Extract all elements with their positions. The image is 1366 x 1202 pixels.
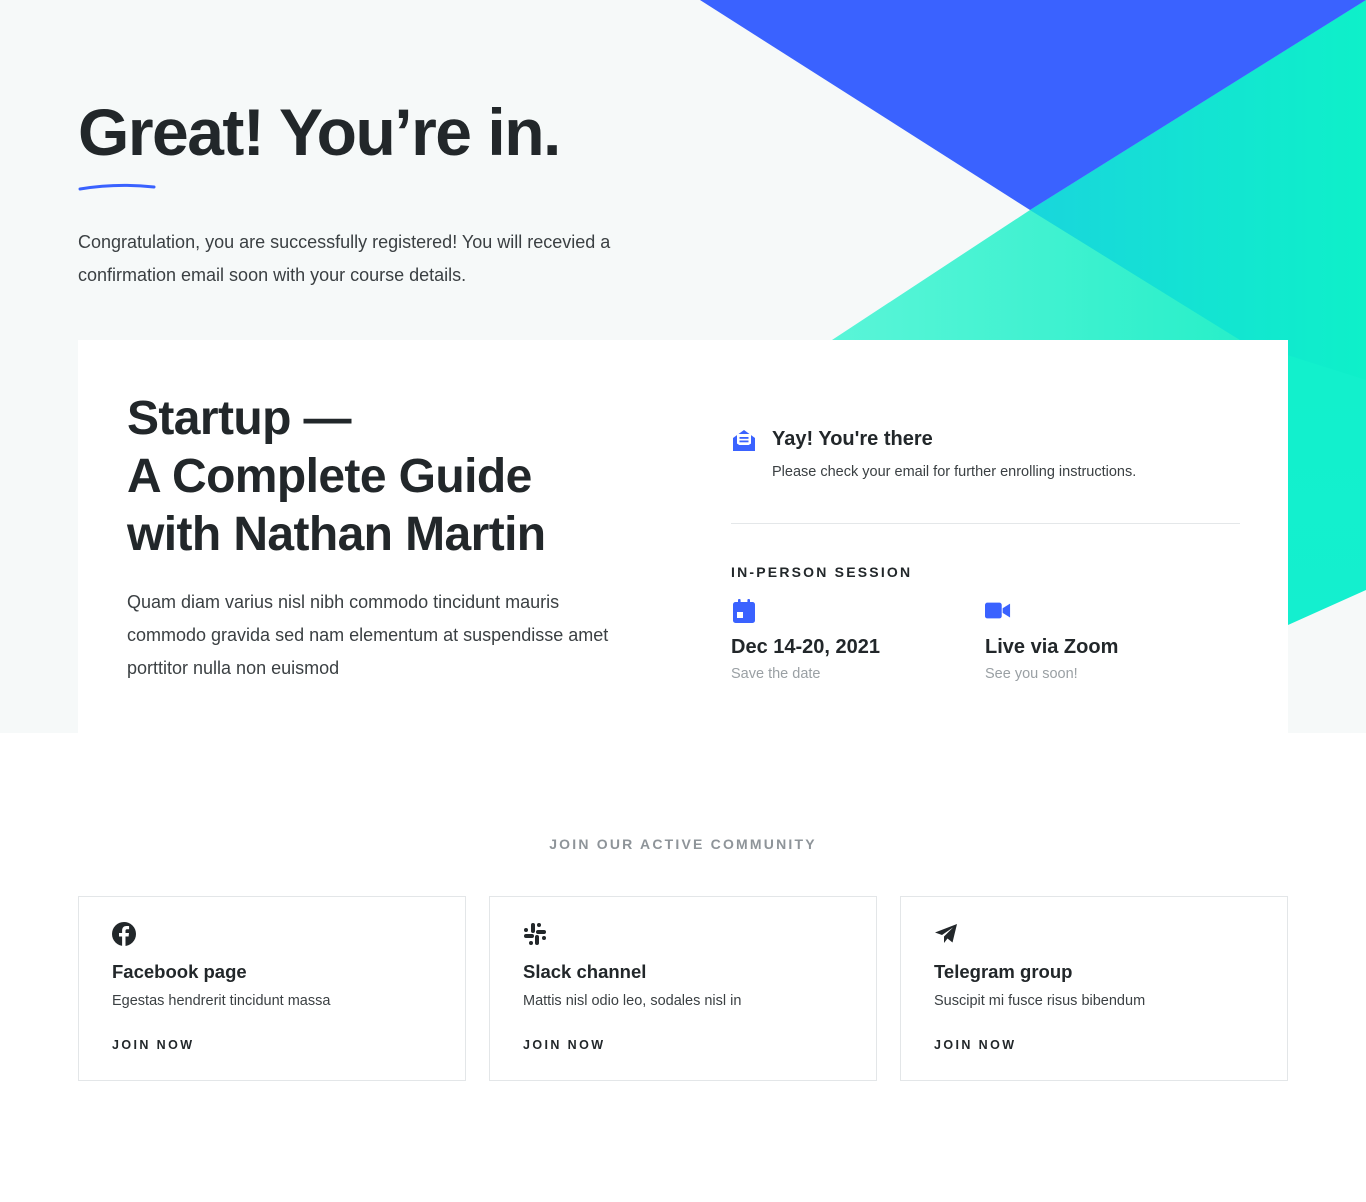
video-camera-icon: [985, 602, 1011, 619]
calendar-icon: [733, 599, 755, 623]
telegram-card-description: Suscipit mi fusce risus bibendum: [934, 993, 1146, 1009]
session-label: IN-PERSON SESSION: [731, 564, 913, 580]
title-underline: [78, 183, 156, 191]
email-open-icon: [733, 430, 755, 451]
session-date-subtitle: Save the date: [731, 666, 821, 682]
notice-text: Please check your email for further enro…: [772, 464, 1137, 480]
slack-join-button[interactable]: JOIN NOW: [523, 1038, 605, 1052]
slack-card-description: Mattis nisl odio leo, sodales nisl in: [523, 993, 742, 1009]
facebook-join-button[interactable]: JOIN NOW: [112, 1038, 194, 1052]
page-title: Great! You’re in.: [78, 95, 561, 169]
telegram-join-button[interactable]: JOIN NOW: [934, 1038, 1016, 1052]
course-title: Startup — A Complete Guide with Nathan M…: [127, 392, 546, 561]
facebook-card-description: Egestas hendrerit tincidunt massa: [112, 993, 331, 1009]
course-card: Startup — A Complete Guide with Nathan M…: [78, 340, 1288, 733]
facebook-card: Facebook page Egestas hendrerit tincidun…: [78, 896, 466, 1081]
telegram-card-title: Telegram group: [934, 961, 1073, 982]
facebook-icon: [112, 922, 136, 946]
session-location-subtitle: See you soon!: [985, 666, 1078, 682]
slack-card-title: Slack channel: [523, 961, 647, 982]
slack-card: Slack channel Mattis nisl odio leo, soda…: [489, 896, 877, 1081]
notice-title: Yay! You're there: [772, 428, 933, 450]
divider: [731, 523, 1240, 524]
session-location: Live via Zoom See you soon!: [985, 598, 1225, 688]
facebook-card-title: Facebook page: [112, 961, 247, 982]
telegram-icon: [935, 924, 957, 943]
course-description: Quam diam varius nisl nibh commodo tinci…: [127, 592, 609, 678]
registration-message: Congratulation, you are successfully reg…: [78, 232, 611, 285]
session-location-title: Live via Zoom: [985, 636, 1119, 658]
session-date-title: Dec 14-20, 2021: [731, 636, 881, 658]
community-heading: JOIN OUR ACTIVE COMMUNITY: [549, 836, 817, 852]
slack-icon: [524, 923, 546, 945]
telegram-card: Telegram group Suscipit mi fusce risus b…: [900, 896, 1288, 1081]
session-date: Dec 14-20, 2021 Save the date: [731, 598, 971, 688]
